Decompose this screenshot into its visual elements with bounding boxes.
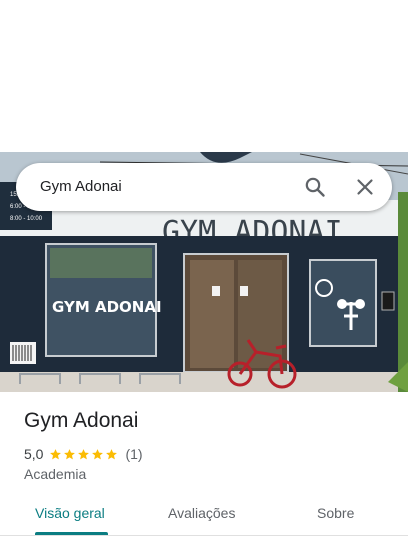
- place-category: Academia: [24, 466, 87, 482]
- window-sign-text: GYM ADONAI: [52, 298, 162, 316]
- review-count[interactable]: (1): [125, 446, 142, 462]
- blank-header-area: [0, 0, 408, 152]
- tab-bar: Visão geral Avaliações Sobre: [0, 494, 408, 538]
- search-icon[interactable]: [303, 175, 327, 199]
- star-icon: [64, 448, 76, 459]
- tab-reviews[interactable]: Avaliações: [168, 505, 235, 521]
- tabs-divider: [0, 535, 408, 536]
- star-icon: [50, 448, 62, 459]
- star-icon: [92, 448, 104, 459]
- place-title: Gym Adonai: [24, 409, 139, 432]
- tab-about[interactable]: Sobre: [317, 505, 354, 521]
- search-input[interactable]: Gym Adonai: [40, 178, 122, 195]
- rating-row[interactable]: 5,0 (1): [24, 445, 143, 463]
- close-icon[interactable]: [353, 175, 377, 199]
- schedule-line-3: 8:00 - 10:00: [10, 216, 43, 222]
- rating-stars: [49, 448, 119, 461]
- search-bar[interactable]: Gym Adonai: [16, 163, 392, 211]
- tab-overview[interactable]: Visão geral: [35, 505, 105, 521]
- star-icon: [106, 448, 118, 459]
- star-icon: [78, 448, 90, 459]
- rating-value: 5,0: [24, 446, 44, 462]
